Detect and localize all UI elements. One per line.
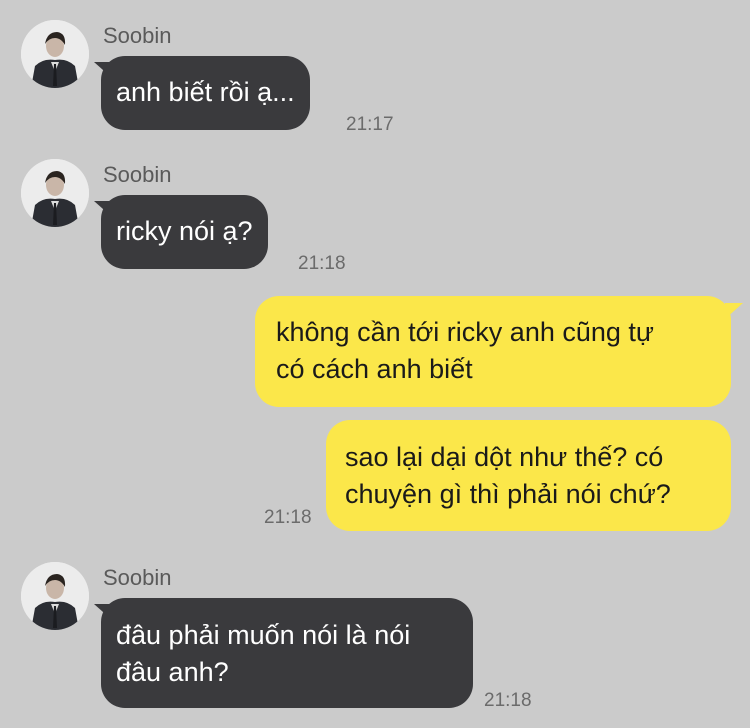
avatar-photo-icon (21, 159, 89, 227)
sender-avatar[interactable] (21, 159, 89, 227)
message-timestamp: 21:17 (346, 114, 394, 135)
message-text: không cần tới ricky anh cũng tự (276, 317, 654, 347)
sender-name: Soobin (103, 565, 172, 590)
outgoing-message-bubble[interactable]: sao lại dại dột như thế? có chuyện gì th… (326, 420, 731, 531)
message-text: có cách anh biết (276, 354, 473, 384)
sender-avatar[interactable] (21, 562, 89, 630)
sender-name: Soobin (103, 23, 172, 48)
message-timestamp: 21:18 (264, 507, 312, 528)
incoming-message-bubble[interactable]: anh biết rồi ạ... (101, 56, 310, 130)
incoming-message-bubble[interactable]: đâu phải muốn nói là nói đâu anh? (101, 598, 473, 708)
outgoing-message-bubble[interactable]: không cần tới ricky anh cũng tự có cách … (255, 296, 731, 407)
sender-name: Soobin (103, 162, 172, 187)
message-text: đâu anh? (116, 657, 229, 687)
message-text: đâu phải muốn nói là nói (116, 620, 411, 650)
message-timestamp: 21:18 (484, 690, 532, 711)
message-text: chuyện gì thì phải nói chứ? (345, 479, 671, 509)
avatar-photo-icon (21, 20, 89, 88)
message-text: anh biết rồi ạ... (116, 77, 295, 107)
message-timestamp: 21:18 (298, 253, 346, 274)
sender-avatar[interactable] (21, 20, 89, 88)
message-text: ricky nói ạ? (116, 216, 253, 246)
incoming-message-bubble[interactable]: ricky nói ạ? (101, 195, 268, 269)
message-text: sao lại dại dột như thế? có (345, 442, 664, 472)
avatar-photo-icon (21, 562, 89, 630)
